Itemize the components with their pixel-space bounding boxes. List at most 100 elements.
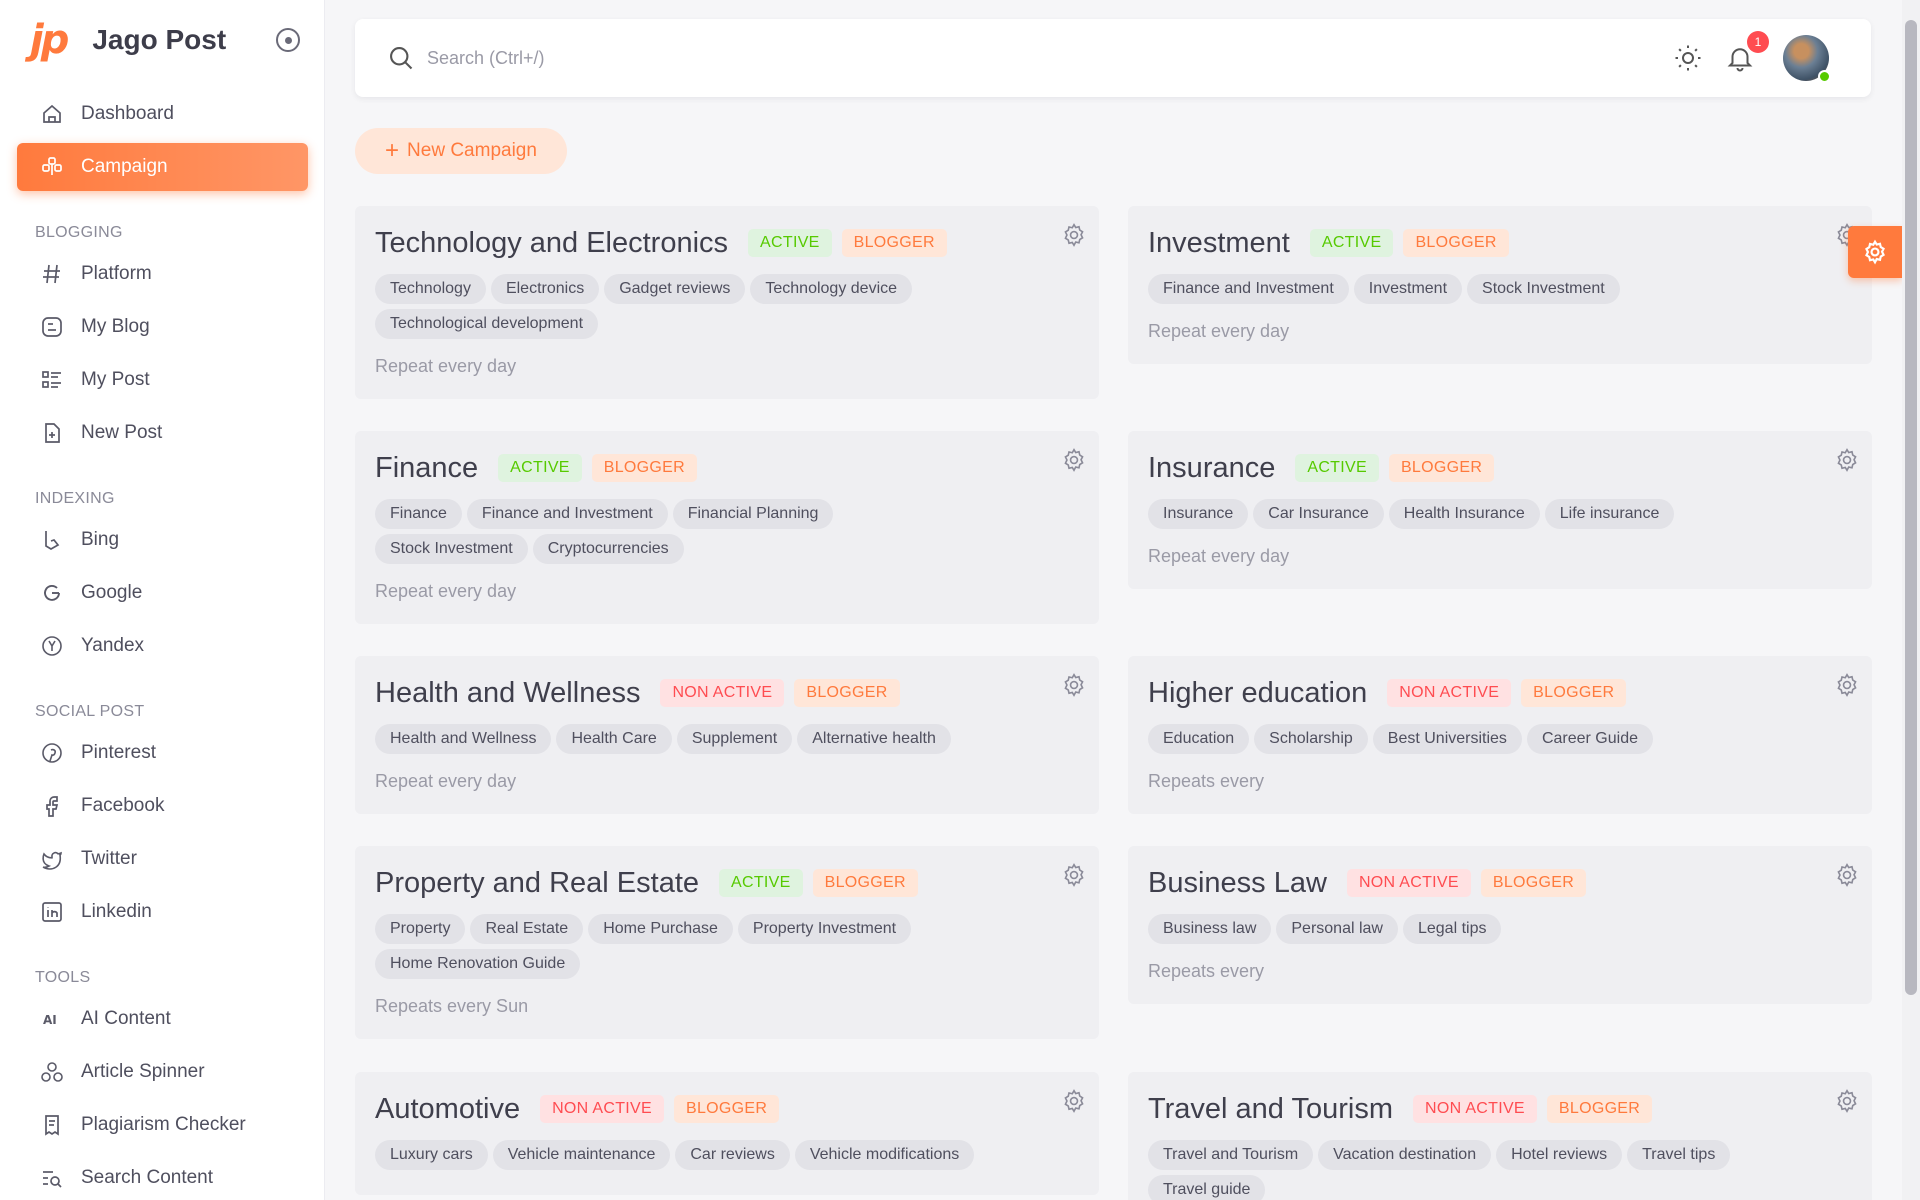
platform-badge: BLOGGER <box>1403 229 1509 257</box>
brand-logo[interactable]: jp <box>30 20 69 60</box>
sidebar-item-linkedin[interactable]: Linkedin <box>17 888 308 936</box>
campaign-settings-gear-icon[interactable] <box>1061 1088 1087 1119</box>
campaign-title[interactable]: Finance <box>375 452 478 485</box>
home-icon <box>39 101 65 127</box>
campaign-card[interactable]: Finance ACTIVE BLOGGER Finance Finance and I… <box>355 431 1099 624</box>
customizer-gear-icon[interactable] <box>1848 226 1902 278</box>
campaign-card[interactable]: Investment ACTIVE BLOGGER Finance and Inves… <box>1128 206 1872 364</box>
campaign-card-header: Automotive NON ACTIVE BLOGGER <box>375 1092 1079 1126</box>
platform-badge: BLOGGER <box>1480 869 1587 897</box>
sidebar-item-pinterest[interactable]: Pinterest <box>17 729 308 777</box>
campaign-title[interactable]: Travel and Tourism <box>1148 1093 1393 1126</box>
status-badge: ACTIVE <box>748 229 832 257</box>
twitter-icon <box>39 846 65 872</box>
sidebar-item-label: Linkedin <box>81 901 152 922</box>
campaign-settings-gear-icon[interactable] <box>1061 447 1087 478</box>
campaign-card[interactable]: Travel and Tourism NON ACTIVE BLOGGER Trave… <box>1128 1072 1872 1200</box>
sidebar-item-twitter[interactable]: Twitter <box>17 835 308 883</box>
sidebar-item-label: Facebook <box>81 795 165 816</box>
campaign-title[interactable]: Property and Real Estate <box>375 867 699 900</box>
sidebar-item-facebook[interactable]: Facebook <box>17 782 308 830</box>
sidebar-item-label: Google <box>81 582 143 603</box>
sidebar-section-indexing: INDEXING <box>35 490 115 507</box>
keyword-tag: Luxury cars <box>375 1140 488 1170</box>
keyword-tag: Finance and Investment <box>1148 274 1349 304</box>
keyword-tag: Supplement <box>676 724 793 754</box>
hash-icon <box>39 261 65 287</box>
campaign-settings-gear-icon[interactable] <box>1834 447 1860 478</box>
keyword-tag: Education <box>1148 724 1250 754</box>
repeat-schedule: Repeat every day <box>375 356 517 376</box>
notification-badge: 1 <box>1747 31 1769 53</box>
campaign-title[interactable]: Automotive <box>375 1093 520 1126</box>
keyword-tag: Finance <box>375 499 462 529</box>
keyword-tags: Technology Electronics Gadget reviews Techn… <box>375 274 995 344</box>
brand-name[interactable]: Jago Post <box>92 24 226 56</box>
sidebar-section-blogging: BLOGGING <box>35 224 123 241</box>
sidebar-nav: Dashboard Campaign BLOGGING Platform My Blog… <box>17 90 308 1200</box>
campaign-card[interactable]: Automotive NON ACTIVE BLOGGER Luxury cars Ve… <box>355 1072 1099 1195</box>
sidebar-item-campaign[interactable]: Campaign <box>17 143 308 191</box>
campaign-card[interactable]: Technology and Electronics ACTIVE BLOGGER T… <box>355 206 1099 399</box>
sidebar-item-ai-content[interactable]: AI AI Content <box>17 995 308 1043</box>
keyword-tag: Scholarship <box>1254 724 1368 754</box>
campaign-settings-gear-icon[interactable] <box>1061 672 1087 703</box>
sidebar-item-bing[interactable]: Bing <box>17 516 308 564</box>
sidebar-item-label: Dashboard <box>81 103 174 124</box>
sidebar-item-new-post[interactable]: New Post <box>17 409 308 457</box>
search-input[interactable] <box>427 41 1327 75</box>
campaign-title[interactable]: Health and Wellness <box>375 677 640 710</box>
campaign-card[interactable]: Property and Real Estate ACTIVE BLOGGER Pro… <box>355 846 1099 1039</box>
repeat-schedule: Repeat every day <box>375 581 517 601</box>
campaign-card[interactable]: Business Law NON ACTIVE BLOGGER Business la… <box>1128 846 1872 1004</box>
campaign-title[interactable]: Insurance <box>1148 452 1275 485</box>
repeat-schedule: Repeats every <box>1148 771 1265 791</box>
sidebar-item-plagiarism-checker[interactable]: Plagiarism Checker <box>17 1101 308 1149</box>
sidebar-item-label: Yandex <box>81 635 145 656</box>
campaign-card[interactable]: Insurance ACTIVE BLOGGER Insurance Car Insur… <box>1128 431 1872 589</box>
campaign-settings-gear-icon[interactable] <box>1061 862 1087 893</box>
sidebar-item-yandex[interactable]: Yandex <box>17 622 308 670</box>
campaign-title[interactable]: Business Law <box>1148 867 1327 900</box>
campaign-card[interactable]: Health and Wellness NON ACTIVE BLOGGER Heal… <box>355 656 1099 814</box>
sidebar-toggle-icon[interactable] <box>276 28 300 52</box>
new-campaign-button[interactable]: + New Campaign <box>355 128 567 174</box>
campaign-settings-gear-icon[interactable] <box>1834 672 1860 703</box>
sidebar-item-my-post[interactable]: My Post <box>17 356 308 404</box>
sidebar-item-google[interactable]: Google <box>17 569 308 617</box>
campaign-card[interactable]: Higher education NON ACTIVE BLOGGER Educati… <box>1128 656 1872 814</box>
sidebar-item-my-blog[interactable]: My Blog <box>17 303 308 351</box>
campaign-settings-gear-icon[interactable] <box>1834 862 1860 893</box>
sidebar-item-article-spinner[interactable]: Article Spinner <box>17 1048 308 1096</box>
keyword-tag: Financial Planning <box>672 499 834 529</box>
keyword-tag: Travel tips <box>1627 1140 1731 1170</box>
campaign-title[interactable]: Technology and Electronics <box>375 227 728 260</box>
scrollbar-thumb[interactable] <box>1905 20 1917 995</box>
svg-text:AI: AI <box>43 1013 57 1027</box>
campaign-settings-gear-icon[interactable] <box>1061 222 1087 253</box>
campaign-icon <box>39 154 65 180</box>
sidebar-item-platform[interactable]: Platform <box>17 250 308 298</box>
sidebar-item-dashboard[interactable]: Dashboard <box>17 90 308 138</box>
campaign-title[interactable]: Higher education <box>1148 677 1367 710</box>
campaign-title[interactable]: Investment <box>1148 227 1290 260</box>
campaign-settings-gear-icon[interactable] <box>1834 1088 1860 1119</box>
keyword-tag: Gadget reviews <box>604 274 746 304</box>
sidebar-item-label: New Post <box>81 422 163 443</box>
sun-icon[interactable] <box>1673 43 1703 78</box>
online-status-icon <box>1818 70 1831 83</box>
checker-icon <box>39 1112 65 1138</box>
search-content-icon <box>39 1165 65 1191</box>
status-badge: NON ACTIVE <box>1346 869 1471 897</box>
platform-badge: BLOGGER <box>812 869 918 897</box>
keyword-tag: Real Estate <box>470 914 584 944</box>
blog-icon <box>39 314 65 340</box>
keyword-tag: Car reviews <box>675 1140 790 1170</box>
campaign-card-header: Investment ACTIVE BLOGGER <box>1148 226 1852 260</box>
search-icon[interactable] <box>387 44 415 77</box>
sidebar-item-search-content[interactable]: Search Content <box>17 1154 308 1200</box>
keyword-tag: Property <box>375 914 466 944</box>
keyword-tags: Health and Wellness Health Care Supplement… <box>375 724 995 759</box>
keyword-tag: Technological development <box>375 309 599 339</box>
keyword-tag: Vehicle maintenance <box>492 1140 671 1170</box>
